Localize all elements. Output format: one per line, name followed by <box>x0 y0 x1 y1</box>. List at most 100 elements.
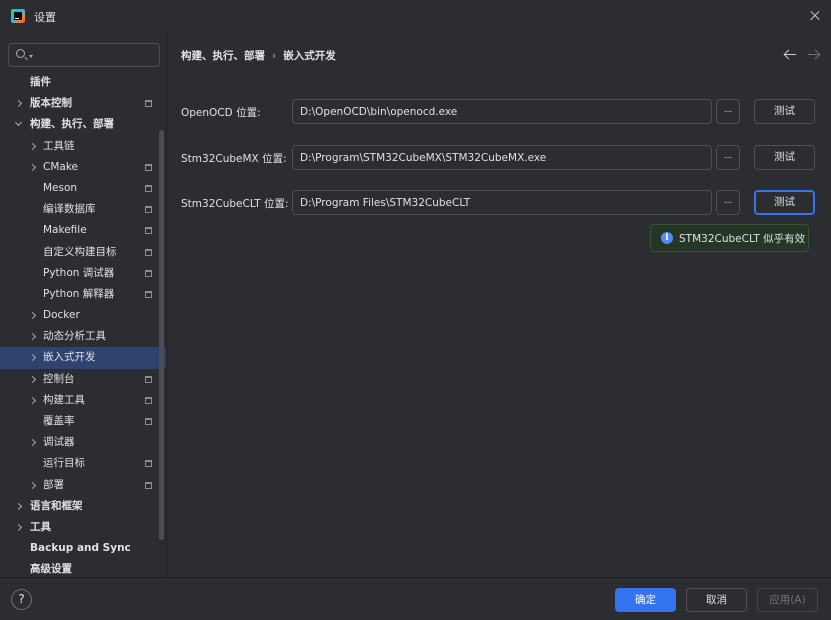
project-scope-icon <box>145 184 152 192</box>
sidebar-item-label: Python 调试器 <box>43 266 115 279</box>
sidebar-item[interactable]: 运行目标 <box>0 453 166 474</box>
sidebar-item[interactable]: 语言和框架 <box>0 496 166 517</box>
sidebar-item[interactable]: Meson <box>0 178 166 199</box>
sidebar-item[interactable]: Docker <box>0 305 166 326</box>
sidebar-item[interactable]: 编译数据库 <box>0 199 166 220</box>
project-scope-icon <box>145 227 152 235</box>
info-icon: i <box>661 232 673 244</box>
sidebar-item-label: Backup and Sync <box>30 542 131 555</box>
sidebar-item[interactable]: Makefile <box>0 220 166 241</box>
sidebar-item-label: 控制台 <box>43 372 75 385</box>
setting-row: OpenOCD 位置:... 测试 <box>181 99 821 125</box>
sidebar-item-label: 编译数据库 <box>43 203 96 216</box>
back-arrow-icon[interactable] <box>785 49 797 61</box>
sidebar-item[interactable]: 构建、执行、部署 <box>0 114 166 135</box>
ok-button[interactable]: 确定 <box>615 588 676 612</box>
sidebar-item-label: 构建、执行、部署 <box>30 118 114 131</box>
dialog-footer: ? 确定 取消 应用(A) <box>0 577 831 620</box>
sidebar-item-label: 构建工具 <box>43 393 85 406</box>
sidebar-item[interactable]: 版本控制 <box>0 93 166 114</box>
sidebar-item-label: 工具链 <box>43 139 75 152</box>
chevron-right-icon[interactable] <box>28 142 37 150</box>
sidebar-item[interactable]: 动态分析工具 <box>0 326 166 347</box>
sidebar-item[interactable]: Backup and Sync <box>0 538 166 559</box>
sidebar-item-label: 覆盖率 <box>43 415 75 427</box>
project-scope-icon <box>145 460 152 468</box>
sidebar-scrollbar[interactable] <box>159 130 164 540</box>
tooltip-text: STM32CubeCLT 似乎有效 <box>679 233 806 245</box>
sidebar-item-label: 调试器 <box>43 436 75 449</box>
breadcrumb: 构建、执行、部署 › 嵌入式开发 <box>181 48 336 63</box>
search-input[interactable] <box>37 47 155 63</box>
chevron-right-icon[interactable] <box>28 312 37 320</box>
chevron-right-icon[interactable] <box>14 502 23 510</box>
test-button[interactable]: 测试 <box>754 190 815 215</box>
sidebar-item[interactable]: 自定义构建目标 <box>0 242 166 263</box>
sidebar-item[interactable]: 插件 <box>0 72 166 93</box>
sidebar-item[interactable]: 嵌入式开发 <box>0 347 166 369</box>
project-scope-icon <box>145 375 152 383</box>
sidebar-item[interactable]: 部署 <box>0 475 166 496</box>
sidebar-item-label: Makefile <box>43 224 87 237</box>
sidebar-item[interactable]: 高级设置 <box>0 559 166 577</box>
search-icon[interactable] <box>16 49 25 58</box>
breadcrumb-separator: › <box>272 50 277 62</box>
setting-row: Stm32CubeCLT 位置:... 测试 <box>181 190 821 216</box>
sidebar-item[interactable]: 构建工具 <box>0 390 166 411</box>
setting-row: Stm32CubeMX 位置:... 测试 <box>181 145 821 171</box>
sidebar-item-label: 自定义构建目标 <box>43 245 117 258</box>
test-button[interactable]: 测试 <box>754 99 815 124</box>
chevron-right-icon[interactable] <box>28 375 37 383</box>
browse-button[interactable]: ... <box>716 190 740 215</box>
project-scope-icon <box>145 248 152 256</box>
sidebar-item-label: 工具 <box>30 520 51 533</box>
browse-button[interactable]: ... <box>716 145 740 170</box>
sidebar-item-label: 插件 <box>30 76 51 88</box>
breadcrumb-parent[interactable]: 构建、执行、部署 <box>181 50 265 62</box>
project-scope-icon <box>145 290 152 298</box>
sidebar-item-label: Meson <box>43 181 78 194</box>
path-label: Stm32CubeMX 位置: <box>181 153 287 165</box>
forward-arrow-icon[interactable] <box>808 49 820 61</box>
breadcrumb-current: 嵌入式开发 <box>283 50 336 62</box>
chevron-right-icon[interactable] <box>28 354 37 362</box>
chevron-right-icon[interactable] <box>28 481 37 489</box>
sidebar-item-label: 高级设置 <box>30 563 72 576</box>
sidebar-item-label: 嵌入式开发 <box>43 351 96 364</box>
path-field[interactable] <box>292 145 712 170</box>
title-bar: 设置 <box>0 0 831 32</box>
chevron-right-icon[interactable] <box>28 439 37 447</box>
chevron-right-icon[interactable] <box>28 333 37 341</box>
search-box[interactable] <box>8 43 160 67</box>
chevron-right-icon[interactable] <box>28 163 37 171</box>
help-button[interactable]: ? <box>11 589 32 610</box>
project-scope-icon <box>145 206 152 214</box>
path-field[interactable] <box>292 99 712 124</box>
close-icon[interactable] <box>805 6 825 26</box>
project-scope-icon <box>145 418 152 425</box>
sidebar-item[interactable]: Python 解释器 <box>0 284 166 305</box>
sidebar-item-label: 动态分析工具 <box>43 330 106 343</box>
sidebar-item[interactable]: 工具 <box>0 517 166 538</box>
sidebar-item[interactable]: 覆盖率 <box>0 411 166 432</box>
chevron-right-icon[interactable] <box>28 396 37 404</box>
path-label: OpenOCD 位置: <box>181 107 261 119</box>
browse-button[interactable]: ... <box>716 99 740 124</box>
chevron-down-icon[interactable] <box>14 119 23 127</box>
sidebar-item-label: 语言和框架 <box>30 499 83 512</box>
sidebar-item[interactable]: 控制台 <box>0 369 166 390</box>
apply-button[interactable]: 应用(A) <box>757 588 818 612</box>
path-field[interactable] <box>292 190 712 215</box>
sidebar-item-label: Docker <box>43 309 80 322</box>
cancel-button[interactable]: 取消 <box>686 588 747 612</box>
chevron-right-icon[interactable] <box>14 100 23 108</box>
sidebar-item[interactable]: Python 调试器 <box>0 263 166 284</box>
sidebar-item-label: 运行目标 <box>43 457 85 470</box>
sidebar-item[interactable]: CMake <box>0 157 166 178</box>
chevron-right-icon[interactable] <box>14 523 23 531</box>
test-button[interactable]: 测试 <box>754 145 815 170</box>
project-scope-icon <box>145 163 152 171</box>
sidebar-item[interactable]: 工具链 <box>0 136 166 157</box>
search-history-chevron-icon[interactable] <box>29 55 33 58</box>
sidebar-item[interactable]: 调试器 <box>0 432 166 453</box>
